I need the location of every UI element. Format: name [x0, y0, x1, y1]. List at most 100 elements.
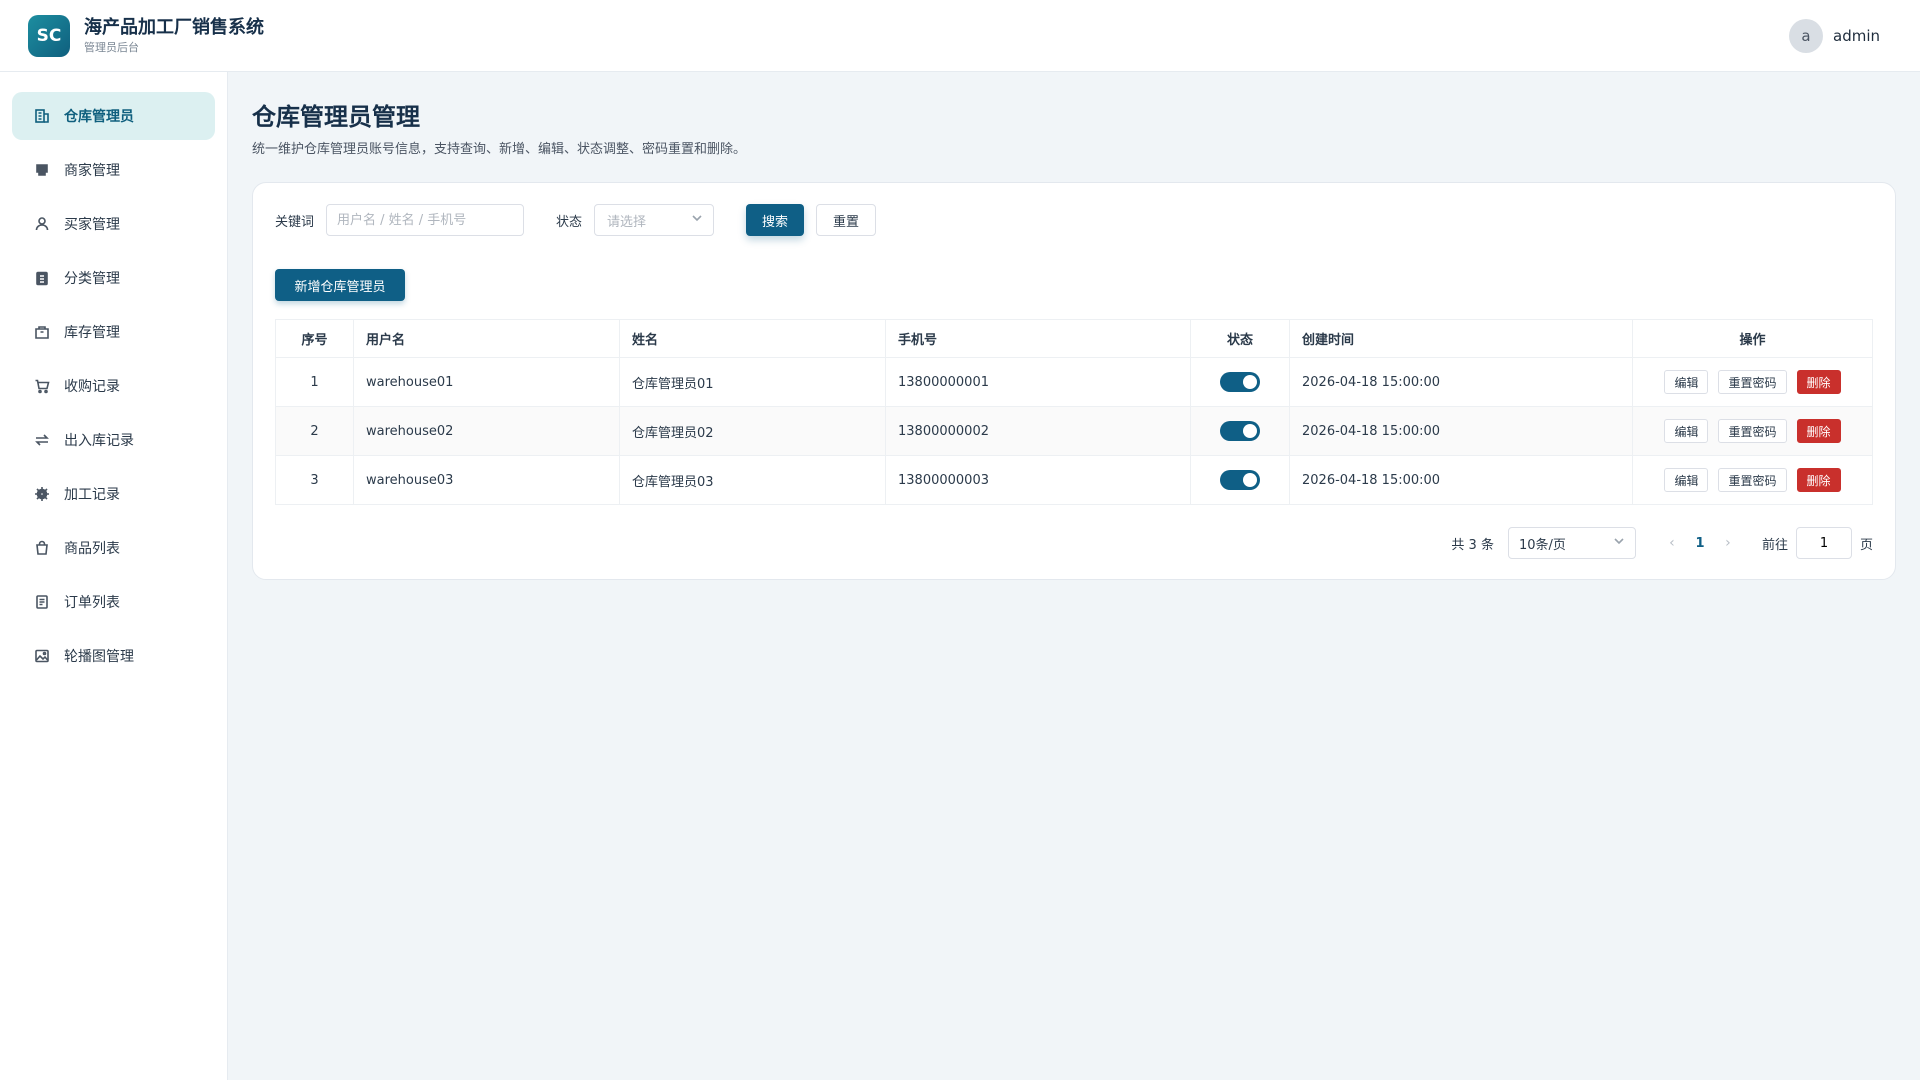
building-icon [34, 108, 50, 124]
swap-icon [34, 432, 50, 448]
sidebar-item-label: 分类管理 [64, 271, 120, 287]
delete-button[interactable]: 删除 [1796, 468, 1841, 492]
cell-name: 仓库管理员02 [619, 406, 886, 456]
reset-password-button[interactable]: 重置密码 [1718, 370, 1787, 394]
top-header: SC 海产品加工厂销售系统 管理员后台 a admin [0, 0, 1920, 72]
sidebar-item-banners[interactable]: 轮播图管理 [12, 632, 215, 680]
page-title: 仓库管理员管理 [252, 103, 420, 131]
add-warehouse-admin-button[interactable]: 新增仓库管理员 [275, 269, 405, 301]
cell-name: 仓库管理员01 [619, 357, 886, 407]
cell-phone: 13800000002 [885, 406, 1191, 456]
page-description: 统一维护仓库管理员账号信息，支持查询、新增、编辑、状态调整、密码重置和删除。 [252, 142, 747, 157]
cell-created: 2026-04-18 15:00:00 [1289, 455, 1633, 505]
pagination: 共 3 条 10条/页 ‹ 1 › 前往 页 [1451, 527, 1873, 559]
brand-text: 海产品加工厂销售系统 管理员后台 [84, 16, 264, 56]
table-row: 3 warehouse03 仓库管理员03 13800000003 2026-0… [275, 455, 1873, 505]
reset-button[interactable]: 重置 [816, 204, 877, 236]
column-header-status: 状态 [1190, 319, 1290, 358]
brand: SC 海产品加工厂销售系统 管理员后台 [28, 14, 264, 57]
cell-username: warehouse01 [353, 357, 620, 407]
edit-button[interactable]: 编辑 [1664, 419, 1709, 443]
status-toggle[interactable] [1220, 421, 1260, 441]
image-icon [34, 648, 50, 664]
cell-phone: 13800000003 [885, 455, 1191, 505]
column-header-name: 姓名 [619, 319, 886, 358]
total-count: 共 3 条 [1451, 537, 1494, 553]
cell-actions: 编辑 重置密码 删除 [1632, 455, 1873, 505]
sidebar-item-label: 买家管理 [64, 217, 120, 233]
reset-password-button[interactable]: 重置密码 [1718, 468, 1787, 492]
edit-button[interactable]: 编辑 [1664, 468, 1709, 492]
delete-button[interactable]: 删除 [1796, 419, 1841, 443]
cell-name: 仓库管理员03 [619, 455, 886, 505]
sidebar-item-label: 库存管理 [64, 325, 120, 341]
cell-index: 1 [275, 357, 354, 407]
filter-bar: 关键词 状态 请选择 搜索 重置 [275, 203, 1873, 237]
sidebar-item-label: 订单列表 [64, 595, 120, 611]
edit-button[interactable]: 编辑 [1664, 370, 1709, 394]
user-menu[interactable]: a admin [1789, 18, 1880, 53]
delete-button[interactable]: 删除 [1796, 370, 1841, 394]
goto-label: 前往 [1761, 537, 1788, 553]
sidebar-item-purchases[interactable]: 收购记录 [12, 362, 215, 410]
app-logo: SC [28, 14, 70, 57]
store-icon [34, 162, 50, 178]
cell-username: warehouse02 [353, 406, 620, 456]
chevron-down-icon [1613, 535, 1625, 551]
clipboard-icon [34, 270, 50, 286]
status-label: 状态 [556, 214, 583, 230]
sidebar-item-buyers[interactable]: 买家管理 [12, 200, 215, 248]
chevron-right-icon[interactable]: › [1716, 535, 1740, 551]
page-number-current[interactable]: 1 [1684, 536, 1716, 551]
column-header-username: 用户名 [353, 319, 620, 358]
chevron-left-icon[interactable]: ‹ [1660, 535, 1684, 551]
sidebar-item-stock-records[interactable]: 出入库记录 [12, 416, 215, 464]
table-row: 2 warehouse02 仓库管理员02 13800000002 2026-0… [275, 406, 1873, 456]
box-icon [34, 324, 50, 340]
sidebar-item-label: 轮播图管理 [64, 649, 134, 665]
cart-icon [34, 378, 50, 394]
sidebar-item-label: 收购记录 [64, 379, 120, 395]
sidebar-item-products[interactable]: 商品列表 [12, 524, 215, 572]
sidebar-item-warehouse-admin[interactable]: 仓库管理员 [12, 92, 215, 140]
column-header-created: 创建时间 [1289, 319, 1633, 358]
keyword-input[interactable] [326, 204, 525, 236]
search-button[interactable]: 搜索 [746, 204, 805, 236]
app-title: 海产品加工厂销售系统 [84, 16, 264, 38]
sidebar-item-processing[interactable]: 加工记录 [12, 470, 215, 518]
reset-password-button[interactable]: 重置密码 [1718, 419, 1787, 443]
admin-table: 序号 用户名 姓名 手机号 状态 创建时间 操作 1 warehouse01 仓… [275, 319, 1873, 505]
sidebar-item-categories[interactable]: 分类管理 [12, 254, 215, 302]
page-size-value: 10条/页 [1518, 537, 1566, 553]
page-size-select[interactable]: 10条/页 [1507, 527, 1636, 559]
cell-actions: 编辑 重置密码 删除 [1632, 357, 1873, 407]
avatar[interactable]: a [1789, 18, 1823, 53]
cell-username: warehouse03 [353, 455, 620, 505]
sidebar-item-merchants[interactable]: 商家管理 [12, 146, 215, 194]
table-row: 1 warehouse01 仓库管理员01 13800000001 2026-0… [275, 357, 1873, 407]
cell-created: 2026-04-18 15:00:00 [1289, 357, 1633, 407]
table-header-row: 序号 用户名 姓名 手机号 状态 创建时间 操作 [275, 319, 1873, 358]
status-toggle[interactable] [1220, 372, 1260, 392]
status-toggle[interactable] [1220, 470, 1260, 490]
sidebar-item-label: 仓库管理员 [64, 109, 134, 125]
user-icon [34, 216, 50, 232]
bag-icon [34, 540, 50, 556]
cell-status [1190, 357, 1290, 407]
chevron-down-icon [691, 212, 703, 228]
document-icon [34, 594, 50, 610]
keyword-label: 关键词 [275, 214, 315, 230]
sidebar-item-label: 商品列表 [64, 541, 120, 557]
sidebar: 仓库管理员 商家管理 买家管理 分类管理 库存管理 收购记录 出入库记录 加工记… [0, 72, 228, 1080]
column-header-index: 序号 [275, 319, 354, 358]
cell-actions: 编辑 重置密码 删除 [1632, 406, 1873, 456]
status-select[interactable]: 请选择 [594, 204, 715, 236]
sidebar-item-orders[interactable]: 订单列表 [12, 578, 215, 626]
goto-page-input[interactable] [1795, 527, 1852, 559]
sidebar-item-inventory[interactable]: 库存管理 [12, 308, 215, 356]
cell-status [1190, 406, 1290, 456]
cell-status [1190, 455, 1290, 505]
content-card: 关键词 状态 请选择 搜索 重置 新增仓库管理员 序号 用户名 姓名 手机号 状… [252, 182, 1896, 580]
main-content: 仓库管理员管理 统一维护仓库管理员账号信息，支持查询、新增、编辑、状态调整、密码… [252, 72, 1896, 580]
username[interactable]: admin [1833, 27, 1880, 45]
